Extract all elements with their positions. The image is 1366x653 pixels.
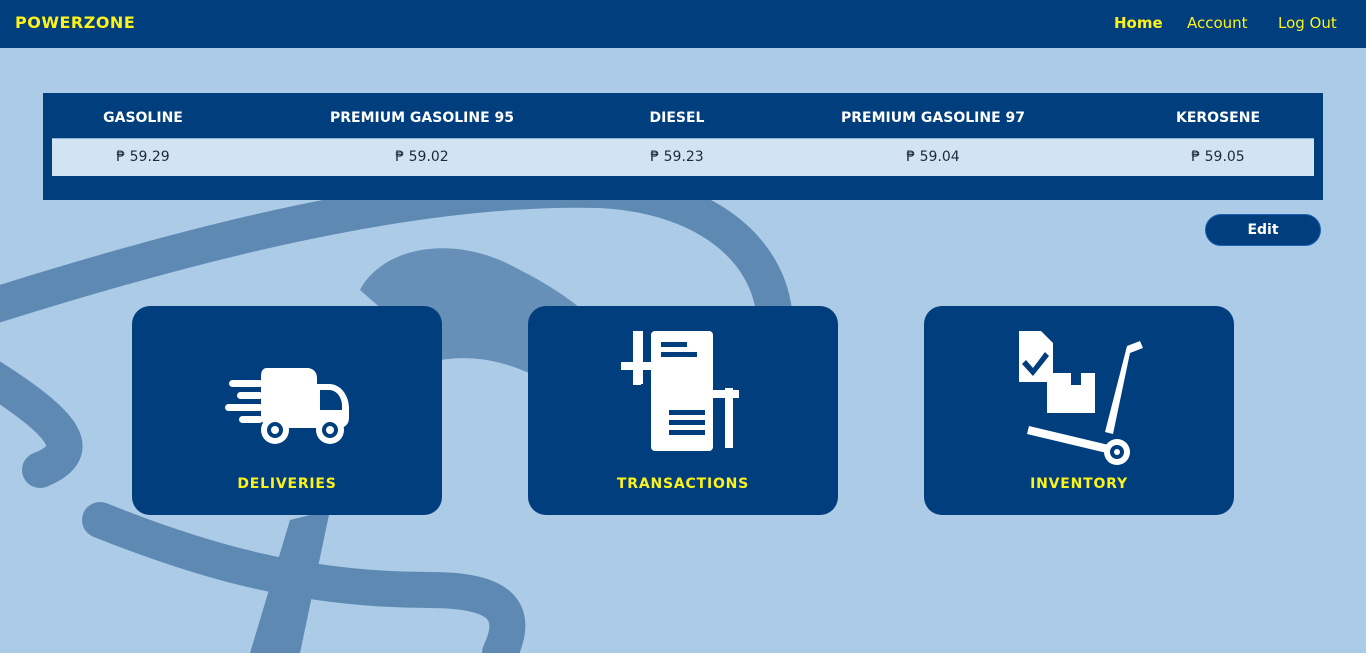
price-table-header: GASOLINE PREMIUM GASOLINE 95 DIESEL PREM…: [52, 107, 1314, 131]
delivery-truck-icon: [225, 368, 349, 444]
edit-prices-button[interactable]: Edit: [1205, 214, 1321, 246]
price-diesel: ₱ 59.23: [650, 149, 704, 165]
header-kerosene: KEROSENE: [1175, 110, 1261, 126]
top-navbar: POWERZONE Home Account Log Out: [0, 0, 1366, 48]
header-diesel: DIESEL: [649, 110, 705, 126]
transfer-document-icon: [621, 331, 739, 451]
price-table-row: ₱ 59.29 ₱ 59.02 ₱ 59.23 ₱ 59.04 ₱ 59.05: [52, 138, 1314, 176]
nav-home-link[interactable]: Home: [1114, 14, 1163, 32]
brand-logo[interactable]: POWERZONE: [15, 13, 135, 32]
price-premium-gasoline-97: ₱ 59.04: [906, 149, 960, 165]
transactions-card[interactable]: TRANSACTIONS: [528, 306, 838, 515]
price-kerosene: ₱ 59.05: [1191, 149, 1245, 165]
inventory-label: INVENTORY: [1030, 476, 1128, 492]
deliveries-card[interactable]: DELIVERIES: [132, 306, 442, 515]
price-gasoline: ₱ 59.29: [116, 149, 170, 165]
price-premium-gasoline-95: ₱ 59.02: [395, 149, 449, 165]
header-premium-gasoline-95: PREMIUM GASOLINE 95: [330, 110, 514, 126]
fuel-price-table: GASOLINE PREMIUM GASOLINE 95 DIESEL PREM…: [43, 93, 1323, 200]
transactions-label: TRANSACTIONS: [616, 476, 750, 492]
header-premium-gasoline-97: PREMIUM GASOLINE 97: [841, 110, 1025, 126]
inventory-card[interactable]: INVENTORY: [924, 306, 1234, 515]
nav-account-link[interactable]: Account: [1187, 14, 1248, 32]
deliveries-label: DELIVERIES: [237, 476, 337, 492]
nav-logout-link[interactable]: Log Out: [1278, 14, 1337, 32]
header-gasoline: GASOLINE: [103, 110, 183, 126]
hand-truck-checklist-icon: [1019, 331, 1143, 465]
